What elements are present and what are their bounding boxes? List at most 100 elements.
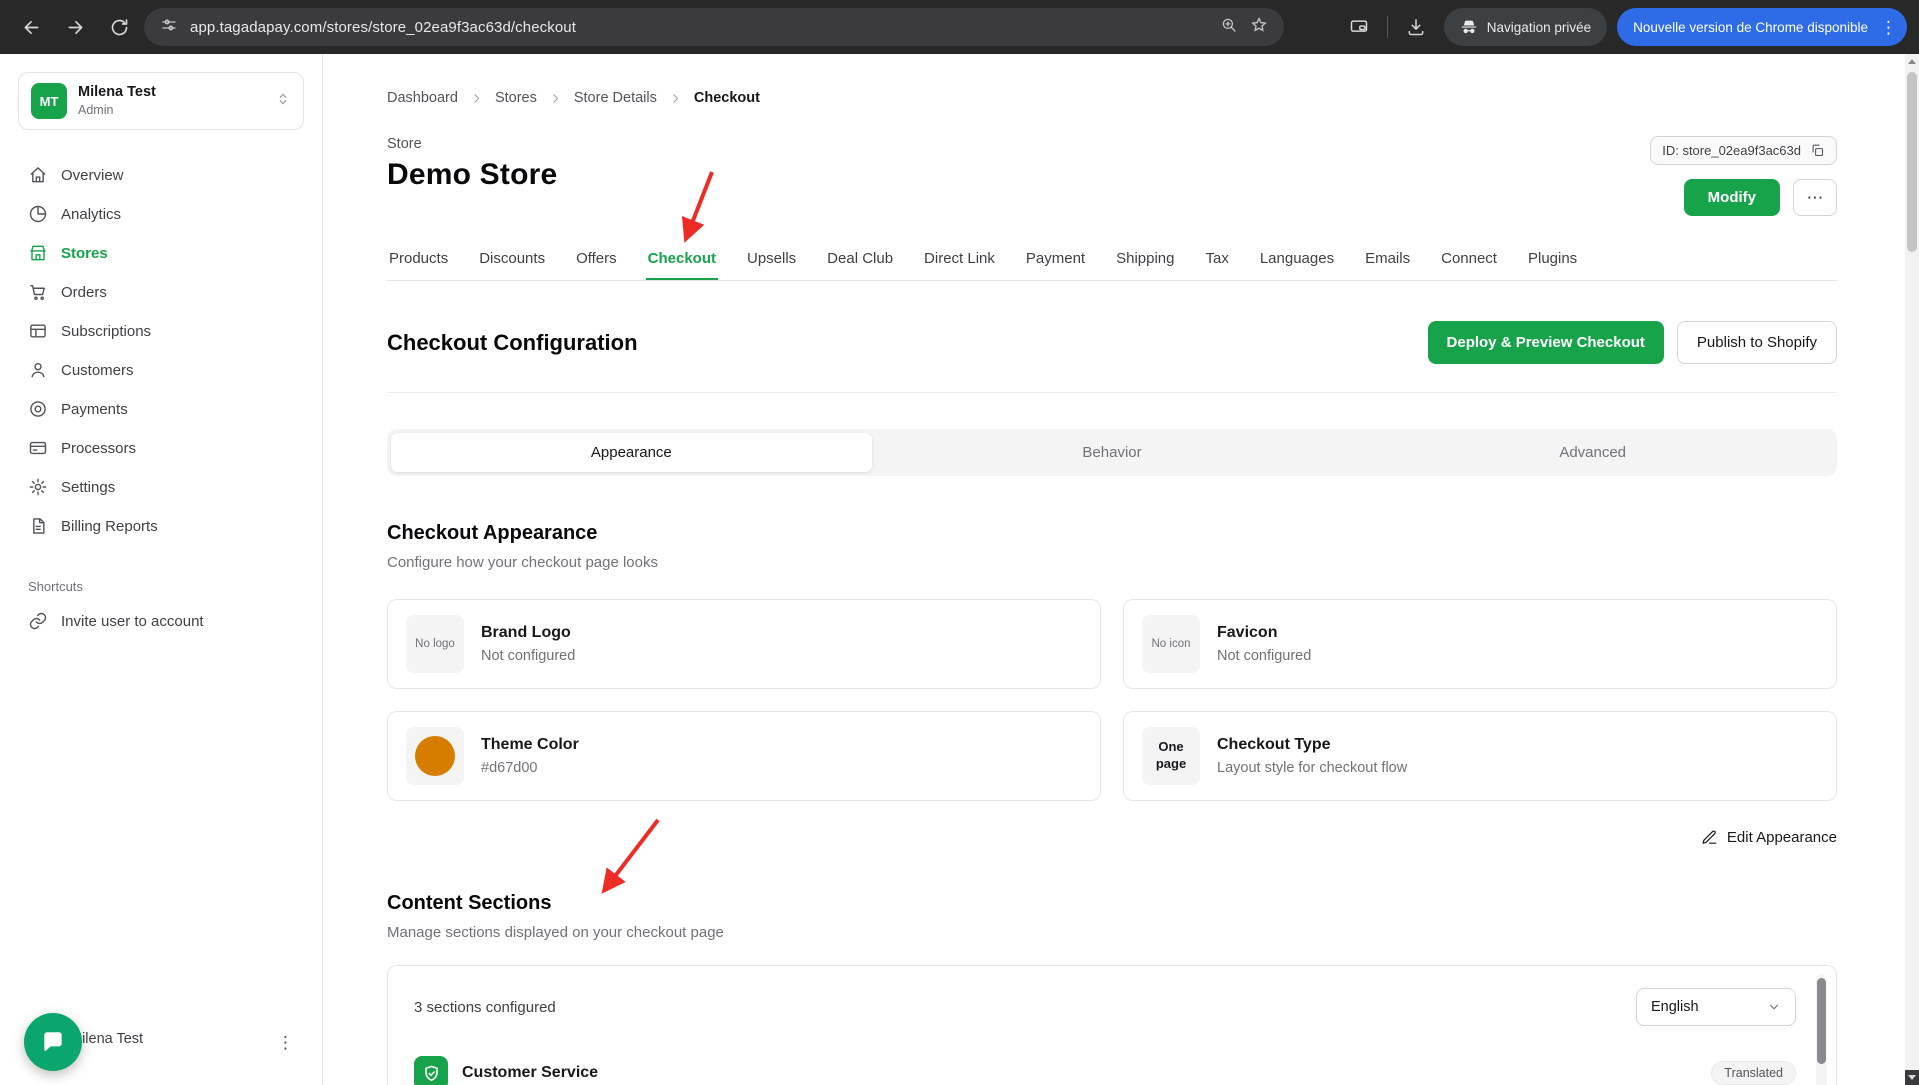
avatar: MT bbox=[31, 83, 67, 119]
tab-checkout[interactable]: Checkout bbox=[646, 246, 718, 280]
sidebar-item-orders[interactable]: Orders bbox=[18, 273, 304, 311]
favicon-card[interactable]: No icon Favicon Not configured bbox=[1123, 599, 1837, 689]
page-scrollbar[interactable] bbox=[1905, 54, 1919, 1085]
chat-widget-button[interactable] bbox=[24, 1013, 82, 1071]
chrome-update-button[interactable]: Nouvelle version de Chrome disponible ⋮ bbox=[1617, 8, 1907, 46]
checkout-type-card[interactable]: One page Checkout Type Layout style for … bbox=[1123, 711, 1837, 801]
sidebar-item-invite-user[interactable]: Invite user to account bbox=[18, 602, 304, 640]
sidebar-item-customers[interactable]: Customers bbox=[18, 351, 304, 389]
chat-icon bbox=[44, 1032, 62, 1051]
gear-icon bbox=[28, 477, 48, 497]
shortcuts-title: Shortcuts bbox=[28, 579, 83, 594]
tab-connect[interactable]: Connect bbox=[1439, 246, 1499, 280]
address-bar[interactable]: app.tagadapay.com/stores/store_02ea9f3ac… bbox=[144, 8, 1284, 46]
checkout-config-header: Checkout Configuration Deploy & Preview … bbox=[387, 321, 1837, 393]
tab-deal-club[interactable]: Deal Club bbox=[825, 246, 895, 280]
language-value: English bbox=[1651, 999, 1699, 1015]
deploy-preview-button[interactable]: Deploy & Preview Checkout bbox=[1427, 321, 1664, 364]
footer-menu-icon[interactable]: ⋮ bbox=[277, 1033, 294, 1053]
section-row-title: Customer Service bbox=[462, 1064, 599, 1081]
account-switcher[interactable]: MT Milena Test Admin bbox=[18, 72, 304, 130]
reload-button[interactable] bbox=[100, 8, 138, 46]
breadcrumb-item-store-details[interactable]: Store Details bbox=[574, 90, 657, 106]
language-select[interactable]: English bbox=[1636, 988, 1796, 1026]
tab-emails[interactable]: Emails bbox=[1363, 246, 1412, 280]
segment-advanced[interactable]: Advanced bbox=[1352, 433, 1833, 472]
breadcrumb-item-stores[interactable]: Stores bbox=[495, 90, 537, 106]
media-device-icon[interactable] bbox=[1341, 9, 1377, 45]
segment-behavior[interactable]: Behavior bbox=[872, 433, 1353, 472]
downloads-icon[interactable] bbox=[1398, 9, 1434, 45]
publish-shopify-button[interactable]: Publish to Shopify bbox=[1676, 321, 1837, 364]
sidebar-item-label: Payments bbox=[61, 400, 128, 418]
segment-appearance[interactable]: Appearance bbox=[391, 433, 872, 472]
section-row-customer-service[interactable]: Customer Service Translated bbox=[414, 1056, 1796, 1085]
chevron-updown-icon bbox=[275, 91, 291, 112]
sidebar-item-stores[interactable]: Stores bbox=[18, 234, 304, 272]
incognito-icon bbox=[1461, 20, 1476, 34]
scroll-up-icon[interactable] bbox=[1905, 54, 1919, 69]
tab-languages[interactable]: Languages bbox=[1258, 246, 1336, 280]
sidebar-item-label: Settings bbox=[61, 478, 116, 496]
sidebar-item-processors[interactable]: Processors bbox=[18, 429, 304, 467]
toolbar-right-cluster: Navigation privée Nouvelle version de Ch… bbox=[1341, 8, 1907, 46]
sections-scrollbar-thumb[interactable] bbox=[1817, 978, 1826, 1064]
bookmark-star-icon[interactable] bbox=[1250, 16, 1268, 38]
brand-logo-card[interactable]: No logo Brand Logo Not configured bbox=[387, 599, 1101, 689]
zoom-icon[interactable] bbox=[1220, 16, 1238, 38]
chevron-down-icon bbox=[1769, 1004, 1779, 1010]
browser-toolbar: app.tagadapay.com/stores/store_02ea9f3ac… bbox=[0, 0, 1919, 54]
credit-card-icon bbox=[28, 438, 48, 458]
sidebar-item-billing-reports[interactable]: Billing Reports bbox=[18, 507, 304, 545]
tab-shipping[interactable]: Shipping bbox=[1114, 246, 1176, 280]
sidebar-item-label: Overview bbox=[61, 166, 124, 184]
incognito-badge[interactable]: Navigation privée bbox=[1443, 8, 1608, 46]
incognito-label: Navigation privée bbox=[1486, 19, 1592, 35]
sidebar-item-subscriptions[interactable]: Subscriptions bbox=[18, 312, 304, 350]
sidebar-item-payments[interactable]: Payments bbox=[18, 390, 304, 428]
url-text[interactable]: app.tagadapay.com/stores/store_02ea9f3ac… bbox=[190, 19, 1208, 36]
theme-color-card[interactable]: Theme Color #d67d00 bbox=[387, 711, 1101, 801]
store-id-badge[interactable]: ID: store_02ea9f3ac63d bbox=[1650, 136, 1837, 165]
edit-appearance-link[interactable]: Edit Appearance bbox=[1701, 829, 1837, 846]
tab-plugins[interactable]: Plugins bbox=[1526, 246, 1579, 280]
breadcrumb-item-dashboard[interactable]: Dashboard bbox=[387, 90, 458, 106]
checkout-type-thumb: One page bbox=[1142, 727, 1200, 785]
modify-button[interactable]: Modify bbox=[1683, 179, 1780, 216]
sidebar-item-label: Billing Reports bbox=[61, 517, 158, 535]
sidebar-item-settings[interactable]: Settings bbox=[18, 468, 304, 506]
sidebar-item-analytics[interactable]: Analytics bbox=[18, 195, 304, 233]
tab-products[interactable]: Products bbox=[387, 246, 450, 280]
content-sections-subtitle: Manage sections displayed on your checko… bbox=[387, 924, 724, 941]
store-tabs: Products Discounts Offers Checkout Upsel… bbox=[387, 246, 1837, 281]
more-actions-button[interactable]: ⋯ bbox=[1793, 179, 1837, 216]
tab-upsells[interactable]: Upsells bbox=[745, 246, 798, 280]
store-id-text: ID: store_02ea9f3ac63d bbox=[1662, 143, 1801, 158]
cart-icon bbox=[28, 282, 48, 302]
sidebar-item-overview[interactable]: Overview bbox=[18, 156, 304, 194]
appearance-section-head: Checkout Appearance Configure how your c… bbox=[387, 522, 1837, 571]
sidebar-item-label: Analytics bbox=[61, 205, 122, 223]
browser-menu-icon[interactable]: ⋮ bbox=[1880, 19, 1897, 36]
breadcrumb-separator-icon bbox=[669, 92, 682, 105]
card-title: Theme Color bbox=[481, 736, 579, 753]
tab-discounts[interactable]: Discounts bbox=[477, 246, 547, 280]
pencil-icon bbox=[1702, 830, 1717, 844]
tab-direct-link[interactable]: Direct Link bbox=[922, 246, 997, 280]
theme-color-swatch bbox=[415, 736, 455, 776]
page-scrollbar-thumb[interactable] bbox=[1907, 72, 1917, 252]
sidebar-item-label: Customers bbox=[61, 361, 134, 379]
tab-offers[interactable]: Offers bbox=[574, 246, 619, 280]
account-name: Milena Test bbox=[78, 84, 156, 101]
site-settings-icon[interactable] bbox=[160, 16, 178, 38]
content-sections-title: Content Sections bbox=[387, 892, 552, 914]
edit-appearance-label: Edit Appearance bbox=[1726, 829, 1837, 846]
tab-payment[interactable]: Payment bbox=[1024, 246, 1087, 280]
tab-tax[interactable]: Tax bbox=[1204, 246, 1231, 280]
forward-button[interactable] bbox=[56, 8, 94, 46]
sections-scrollbar[interactable] bbox=[1816, 974, 1827, 1085]
breadcrumb-item-checkout: Checkout bbox=[693, 90, 760, 106]
back-button[interactable] bbox=[12, 8, 50, 46]
scroll-down-icon[interactable] bbox=[1905, 1070, 1919, 1085]
config-title: Checkout Configuration bbox=[387, 329, 638, 355]
